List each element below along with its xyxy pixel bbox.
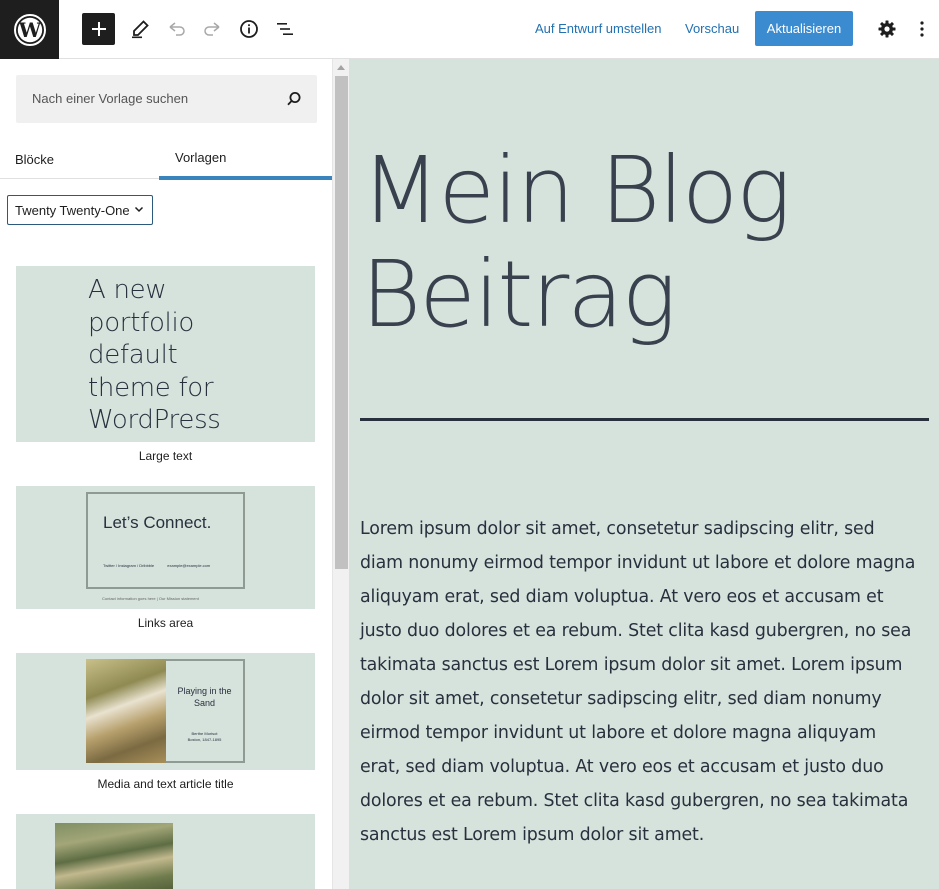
preview-email: example@example.com — [167, 563, 211, 568]
gear-icon — [878, 20, 896, 38]
pattern-category-select[interactable]: Twenty Twenty-One — [7, 195, 153, 225]
preview-line: default — [88, 340, 178, 370]
pattern-preview-title: Let’s Connect. — [103, 513, 212, 532]
tab-blocks[interactable]: Blöcke — [15, 139, 54, 179]
pattern-category-value: Twenty Twenty-One — [15, 202, 130, 218]
pattern-preview-title: Playing in the Sand — [177, 686, 232, 708]
pattern-preview-painting — [86, 659, 166, 763]
tools-button[interactable] — [123, 12, 157, 46]
scroll-up-arrow-icon[interactable] — [337, 65, 345, 70]
preview-line: portfolio — [88, 307, 195, 338]
svg-text:W: W — [17, 18, 41, 42]
editor-header: W Auf Entwurf umstellen Vorschau Aktuali… — [0, 0, 939, 59]
pattern-label: Links area — [137, 616, 194, 630]
wordpress-logo-button[interactable]: W — [0, 0, 59, 59]
pattern-preview-links: Twitter / Instagram / Dribbble example@e… — [103, 563, 210, 568]
undo-icon — [169, 22, 185, 36]
pattern-preview-footer: Contact information goes here | Our Miss… — [102, 596, 199, 601]
details-button[interactable] — [232, 12, 266, 46]
switch-to-draft-button[interactable]: Auf Entwurf umstellen — [535, 21, 661, 36]
update-button[interactable]: Aktualisieren — [755, 11, 853, 46]
preview-line: theme for — [88, 372, 214, 403]
preview-line: A new — [88, 275, 167, 305]
pencil-icon — [132, 20, 149, 39]
settings-button[interactable] — [870, 12, 904, 46]
paragraph-block[interactable]: Lorem ipsum dolor sit amet, consetetur s… — [360, 512, 920, 852]
plus-icon — [91, 22, 106, 36]
list-view-icon — [277, 23, 293, 35]
post-title[interactable]: Mein Blog Beitrag — [361, 139, 921, 347]
editor-canvas: Mein Blog Beitrag Lorem ipsum dolor sit … — [349, 59, 939, 889]
redo-button[interactable] — [195, 12, 229, 46]
undo-button[interactable] — [160, 12, 194, 46]
preview-line: WordPress — [88, 405, 221, 435]
pattern-label: Large text — [138, 449, 193, 463]
pattern-preview-painting — [55, 823, 173, 889]
options-button[interactable] — [906, 12, 938, 46]
search-placeholder: Nach einer Vorlage suchen — [32, 91, 189, 106]
pattern-preview-subtitle: Berthe Morisot Boston, 1847-1895 — [187, 731, 222, 742]
wordpress-logo-icon: W — [13, 13, 46, 46]
block-editor: W Auf Entwurf umstellen Vorschau Aktuali… — [0, 0, 939, 889]
kebab-menu-icon — [920, 21, 924, 37]
block-inserter-panel: Nach einer Vorlage suchen Blöcke Vorlage… — [0, 59, 332, 889]
pattern-image-partial[interactable] — [16, 814, 315, 889]
tab-patterns[interactable]: Vorlagen — [159, 139, 332, 180]
inserter-tabs: Blöcke Vorlagen — [0, 139, 332, 180]
search-icon — [287, 92, 301, 106]
pattern-search-input[interactable]: Nach einer Vorlage suchen — [16, 75, 317, 123]
pattern-links-area[interactable]: Let’s Connect. Twitter / Instagram / Dri… — [16, 486, 315, 609]
add-block-button[interactable] — [82, 13, 115, 45]
pattern-label: Media and text article title — [97, 777, 234, 791]
preview-link-list: Twitter / Instagram / Dribbble — [103, 563, 155, 568]
info-icon — [240, 20, 258, 38]
pattern-preview-frame: Let’s Connect. Twitter / Instagram / Dri… — [86, 492, 245, 589]
chevron-down-icon — [134, 206, 144, 213]
sidebar-scrollbar[interactable] — [332, 59, 349, 889]
list-view-button[interactable] — [268, 12, 302, 46]
pattern-preview-frame: Playing in the Sand Berthe Morisot Bosto… — [166, 659, 245, 763]
pattern-preview-text: A new portfolio default theme for WordPr… — [88, 274, 221, 437]
redo-icon — [204, 22, 220, 36]
scroll-thumb[interactable] — [335, 76, 348, 569]
preview-button[interactable]: Vorschau — [685, 21, 739, 36]
pattern-large-text[interactable]: A new portfolio default theme for WordPr… — [16, 266, 315, 442]
separator-block[interactable] — [360, 418, 929, 421]
pattern-media-text[interactable]: Playing in the Sand Berthe Morisot Bosto… — [16, 653, 315, 770]
